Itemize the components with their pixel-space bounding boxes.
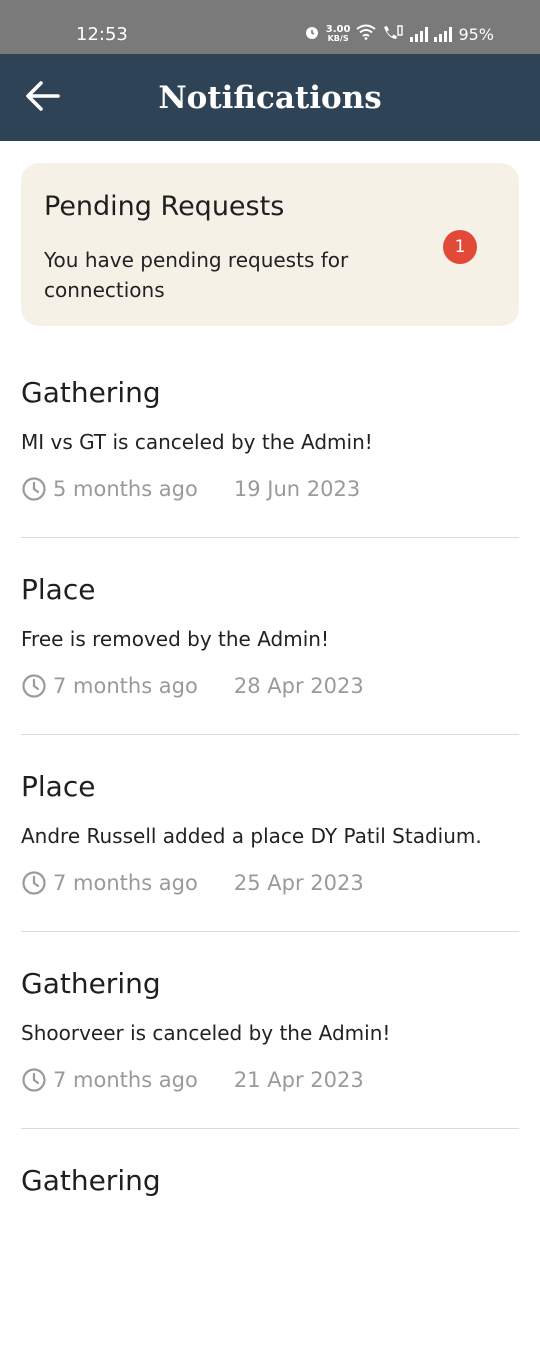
divider <box>21 931 519 932</box>
notification-relative-time: 7 months ago <box>53 674 198 698</box>
clock-icon <box>21 673 47 699</box>
clock-icon <box>21 1067 47 1093</box>
status-bar: 12:53 3.00 KB/S 95% <box>0 0 540 54</box>
notification-meta: 5 months ago 19 Jun 2023 <box>21 476 360 502</box>
network-speed-unit: KB/S <box>327 34 349 43</box>
divider <box>21 734 519 735</box>
notification-message: Free is removed by the Admin! <box>21 627 329 651</box>
network-speed-value: 3.00 <box>325 24 351 35</box>
notification-message: Shoorveer is canceled by the Admin! <box>21 1021 391 1045</box>
notification-item[interactable]: Place Andre Russell added a place DY Pat… <box>21 758 519 955</box>
divider <box>21 1128 519 1129</box>
alarm-icon <box>304 24 320 44</box>
signal-sim2-icon <box>434 26 453 42</box>
divider <box>21 537 519 538</box>
notification-date: 28 Apr 2023 <box>233 674 364 698</box>
notification-item[interactable]: Place Free is removed by the Admin! 7 mo… <box>21 561 519 758</box>
network-speed: 3.00 KB/S <box>325 24 351 44</box>
clock-icon <box>21 870 47 896</box>
notification-list: Gathering MI vs GT is canceled by the Ad… <box>21 364 519 1349</box>
notification-type: Gathering <box>21 967 161 1000</box>
notification-type: Gathering <box>21 1164 161 1197</box>
notification-date: 21 Apr 2023 <box>233 1068 364 1092</box>
notification-relative-time: 7 months ago <box>53 871 198 895</box>
pending-requests-description: You have pending requests for connection… <box>44 248 349 302</box>
notification-type: Place <box>21 770 96 803</box>
notification-meta: 7 months ago 28 Apr 2023 <box>21 673 364 699</box>
notification-type: Gathering <box>21 376 161 409</box>
wifi-icon <box>356 24 377 44</box>
status-time: 12:53 <box>76 24 128 45</box>
pending-requests-title: Pending Requests <box>44 191 285 222</box>
notification-message: Andre Russell added a place DY Patil Sta… <box>21 824 482 848</box>
battery-percent: 95% <box>458 24 494 44</box>
app-bar: Notifications <box>0 54 540 141</box>
pending-requests-card[interactable]: Pending Requests You have pending reques… <box>21 163 519 326</box>
notification-item[interactable]: Gathering Shoorveer is canceled by the A… <box>21 955 519 1152</box>
wifi-calling-icon <box>382 24 404 44</box>
notification-date: 25 Apr 2023 <box>233 871 364 895</box>
notification-date: 19 Jun 2023 <box>233 477 361 501</box>
notification-relative-time: 7 months ago <box>53 1068 198 1092</box>
page-title: Notifications <box>158 80 382 116</box>
status-icons: 3.00 KB/S 95% <box>304 24 494 44</box>
notification-meta: 7 months ago 25 Apr 2023 <box>21 870 364 896</box>
notification-message: MI vs GT is canceled by the Admin! <box>21 430 373 454</box>
notification-item[interactable]: Gathering <box>21 1152 519 1349</box>
notification-meta: 7 months ago 21 Apr 2023 <box>21 1067 364 1093</box>
notification-relative-time: 5 months ago <box>53 477 198 501</box>
signal-sim1-icon <box>410 26 429 42</box>
pending-count-badge: 1 <box>443 230 477 264</box>
notification-item[interactable]: Gathering MI vs GT is canceled by the Ad… <box>21 364 519 561</box>
clock-icon <box>21 476 47 502</box>
notification-type: Place <box>21 573 96 606</box>
